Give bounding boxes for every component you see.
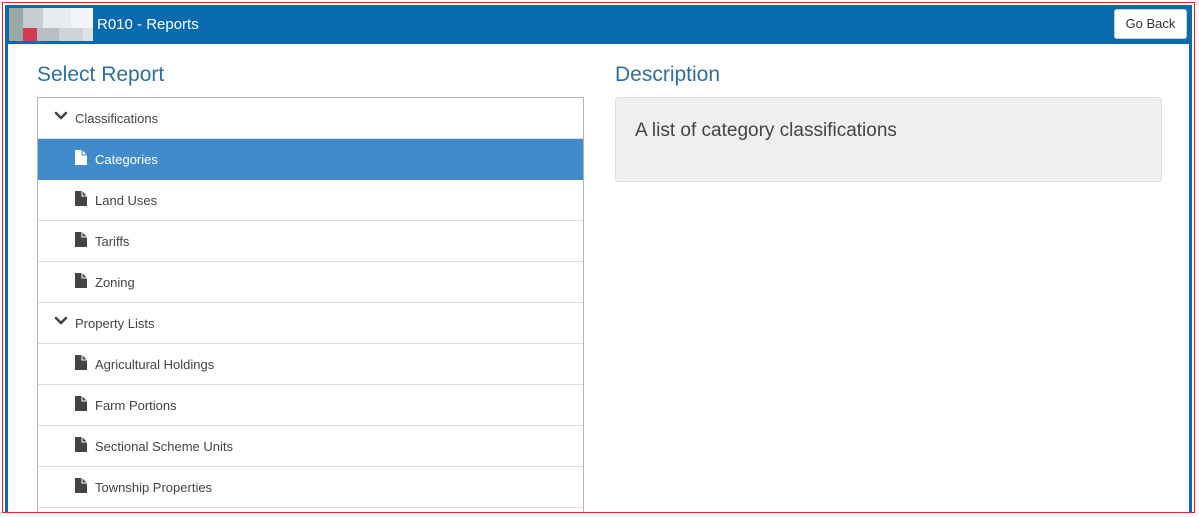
select-report-heading: Select Report [37, 63, 165, 86]
app-logo [9, 8, 93, 41]
header-bar: R010 - Reports Go Back [5, 5, 1192, 44]
tree-item-label: Township Properties [95, 480, 213, 495]
tree-item-row[interactable]: Agricultural Holdings [38, 344, 583, 385]
document-icon [75, 396, 87, 411]
tree-item-label: Farm Portions [95, 398, 177, 413]
tree-item-row[interactable]: Farm Portions [38, 385, 583, 426]
tree-item-row[interactable]: Sectional Scheme Units [38, 426, 583, 467]
tree-item-row[interactable]: Township Properties [38, 467, 583, 508]
tree-item-label: Land Uses [95, 193, 158, 208]
document-icon [75, 437, 87, 452]
right-accent-border [1189, 44, 1192, 512]
go-back-button[interactable]: Go Back [1114, 9, 1187, 39]
page-title: R010 - Reports [97, 16, 199, 33]
description-text: A list of category classifications [635, 120, 897, 141]
tree-item-label: Sectional Scheme Units [95, 439, 234, 454]
description-heading: Description [615, 63, 721, 86]
report-tree: Classifications Categories Land Uses Tariff… [37, 97, 584, 512]
left-accent-border [5, 44, 8, 512]
document-icon [75, 232, 87, 247]
tree-item-label: Tariffs [95, 234, 130, 249]
tree-item-label: Classifications [75, 111, 159, 126]
tree-group-row[interactable]: Property Lists [38, 303, 583, 344]
tree-item-label: Categories [95, 152, 158, 167]
chevron-down-icon [54, 316, 68, 325]
tree-item-label: Zoning [95, 275, 135, 290]
document-icon [75, 478, 87, 493]
tree-item-row[interactable]: Land Uses [38, 180, 583, 221]
window-frame: R010 - Reports Go Back Select Report Des… [2, 2, 1195, 513]
tree-item-row[interactable]: Zoning [38, 262, 583, 303]
document-icon [75, 355, 87, 370]
tree-group-row[interactable]: Classifications [38, 98, 583, 139]
document-icon [75, 150, 87, 165]
document-icon [75, 191, 87, 206]
document-icon [75, 273, 87, 288]
description-panel: A list of category classifications [615, 97, 1162, 182]
tree-item-label: Property Lists [75, 316, 155, 331]
tree-item-row[interactable]: Categories [38, 139, 583, 180]
tree-item-row[interactable]: Tariffs [38, 221, 583, 262]
chevron-down-icon [54, 111, 68, 120]
tree-item-label: Agricultural Holdings [95, 357, 215, 372]
